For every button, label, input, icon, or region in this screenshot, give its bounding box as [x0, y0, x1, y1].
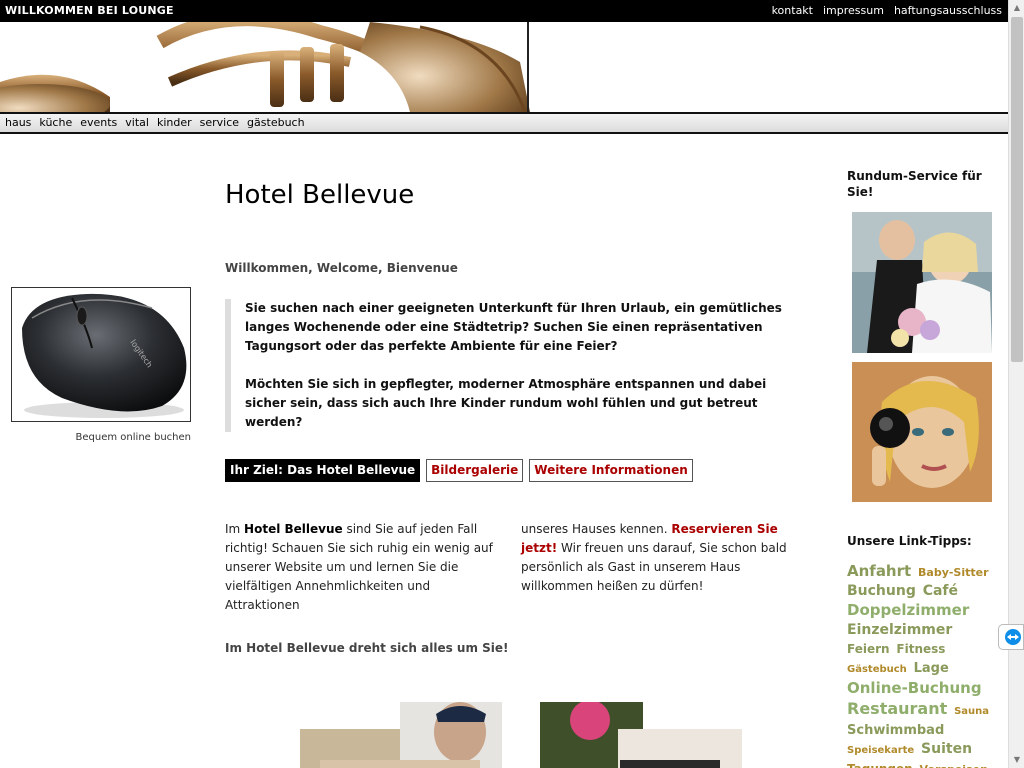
link-tips-heading: Unsere Link-Tipps: — [847, 534, 972, 548]
tag-link[interactable]: Einzelzimmer — [847, 622, 952, 638]
woman-illustration — [852, 362, 992, 502]
tag-link[interactable]: Café — [923, 583, 958, 599]
nav-item-vital[interactable]: vital — [125, 116, 149, 129]
tag-link[interactable]: Speisekarte — [847, 745, 914, 756]
intro-paragraph-1: Sie suchen nach einer geeigneten Unterku… — [245, 301, 782, 353]
col2-text-post: Wir freuen uns darauf, Sie schon bald pe… — [521, 541, 787, 593]
welcome-heading: Willkommen, Welcome, Bienvenue — [225, 261, 458, 275]
wedding-photo[interactable] — [852, 212, 992, 353]
section-subheading: Im Hotel Bellevue dreht sich alles um Si… — [225, 641, 509, 655]
nav-item-haus[interactable]: haus — [5, 116, 31, 129]
teamviewer-icon — [1005, 629, 1021, 645]
nav-item-kueche[interactable]: küche — [39, 116, 72, 129]
top-link-kontakt[interactable]: kontakt — [772, 4, 813, 17]
body-text-column-1: Im Hotel Bellevue sind Sie auf jeden Fal… — [225, 520, 505, 615]
tag-link[interactable]: Fitness — [896, 642, 945, 656]
page-scrollbar[interactable]: ▲ ▼ — [1008, 0, 1024, 768]
tag-link[interactable]: Restaurant — [847, 699, 947, 718]
tag-link[interactable]: Suiten — [921, 741, 972, 757]
tag-link[interactable]: Gästebuch — [847, 664, 907, 675]
tag-link[interactable]: Schwimmbad — [847, 723, 944, 738]
top-bar: WILLKOMMEN BEI LOUNGE kontakt impressum … — [0, 0, 1008, 22]
intro-quote: Sie suchen nach einer geeigneten Unterku… — [225, 299, 810, 432]
col1-hotel-name: Hotel Bellevue — [244, 522, 343, 536]
body-text-column-2: unseres Hauses kennen. Reservieren Sie j… — [521, 520, 811, 596]
tag-link[interactable]: Lage — [914, 661, 949, 676]
col2-text-pre: unseres Hauses kennen. — [521, 522, 672, 536]
tag-link[interactable]: Doppelzimmer — [847, 601, 969, 619]
col1-text-pre: Im — [225, 522, 245, 536]
horn-illustration — [0, 22, 1008, 112]
intro-paragraph-2: Möchten Sie sich in gepflegter, moderner… — [245, 377, 767, 429]
woman-mirror-photo[interactable] — [852, 362, 992, 502]
tag-link[interactable]: Tagungen — [847, 762, 913, 768]
header-banner-image — [0, 22, 1008, 112]
tag-link[interactable]: Baby-Sitter — [918, 566, 989, 579]
scrollbar-thumb[interactable] — [1011, 17, 1023, 362]
tag-link[interactable]: Sauna — [954, 706, 989, 717]
computer-mouse-image[interactable]: logitech — [11, 287, 191, 422]
tag-cloud: Anfahrt Baby-Sitter Buchung Café Doppelz… — [847, 562, 997, 768]
top-links: kontakt impressum haftungsausschluss — [772, 4, 1002, 17]
wedding-illustration — [852, 212, 992, 353]
tag-link[interactable]: Vorspeisen — [920, 763, 988, 768]
tag-link[interactable]: Feiern — [847, 642, 890, 656]
tag-link[interactable]: Anfahrt — [847, 562, 911, 580]
site-title: WILLKOMMEN BEI LOUNGE — [5, 4, 174, 17]
main-nav: haus küche events vital kinder service g… — [0, 112, 1008, 134]
nav-item-events[interactable]: events — [80, 116, 117, 129]
nav-item-service[interactable]: service — [200, 116, 239, 129]
nav-item-kinder[interactable]: kinder — [157, 116, 192, 129]
collage-illustration — [300, 702, 742, 768]
top-link-impressum[interactable]: impressum — [823, 4, 884, 17]
nav-item-gaestebuch[interactable]: gästebuch — [247, 116, 305, 129]
teamviewer-widget[interactable] — [998, 624, 1024, 650]
tag-link[interactable]: Online-Buchung — [847, 679, 982, 697]
content-tabs: Ihr Ziel: Das Hotel Bellevue Bildergaler… — [225, 459, 693, 482]
top-link-haftungsausschluss[interactable]: haftungsausschluss — [894, 4, 1002, 17]
tab-ihr-ziel[interactable]: Ihr Ziel: Das Hotel Bellevue — [225, 459, 421, 482]
sidebar-title: Rundum-Service für Sie! — [847, 169, 982, 199]
scroll-up-arrow-icon[interactable]: ▲ — [1009, 0, 1024, 16]
scroll-down-arrow-icon[interactable]: ▼ — [1009, 752, 1024, 768]
tag-link[interactable]: Buchung — [847, 583, 916, 599]
tab-weitere-informationen[interactable]: Weitere Informationen — [529, 459, 693, 482]
tab-bildergalerie[interactable]: Bildergalerie — [426, 459, 524, 482]
online-booking-caption[interactable]: Bequem online buchen — [11, 432, 191, 443]
photo-collage — [300, 702, 750, 768]
page-title: Hotel Bellevue — [225, 180, 415, 210]
mouse-illustration: logitech — [12, 288, 190, 421]
